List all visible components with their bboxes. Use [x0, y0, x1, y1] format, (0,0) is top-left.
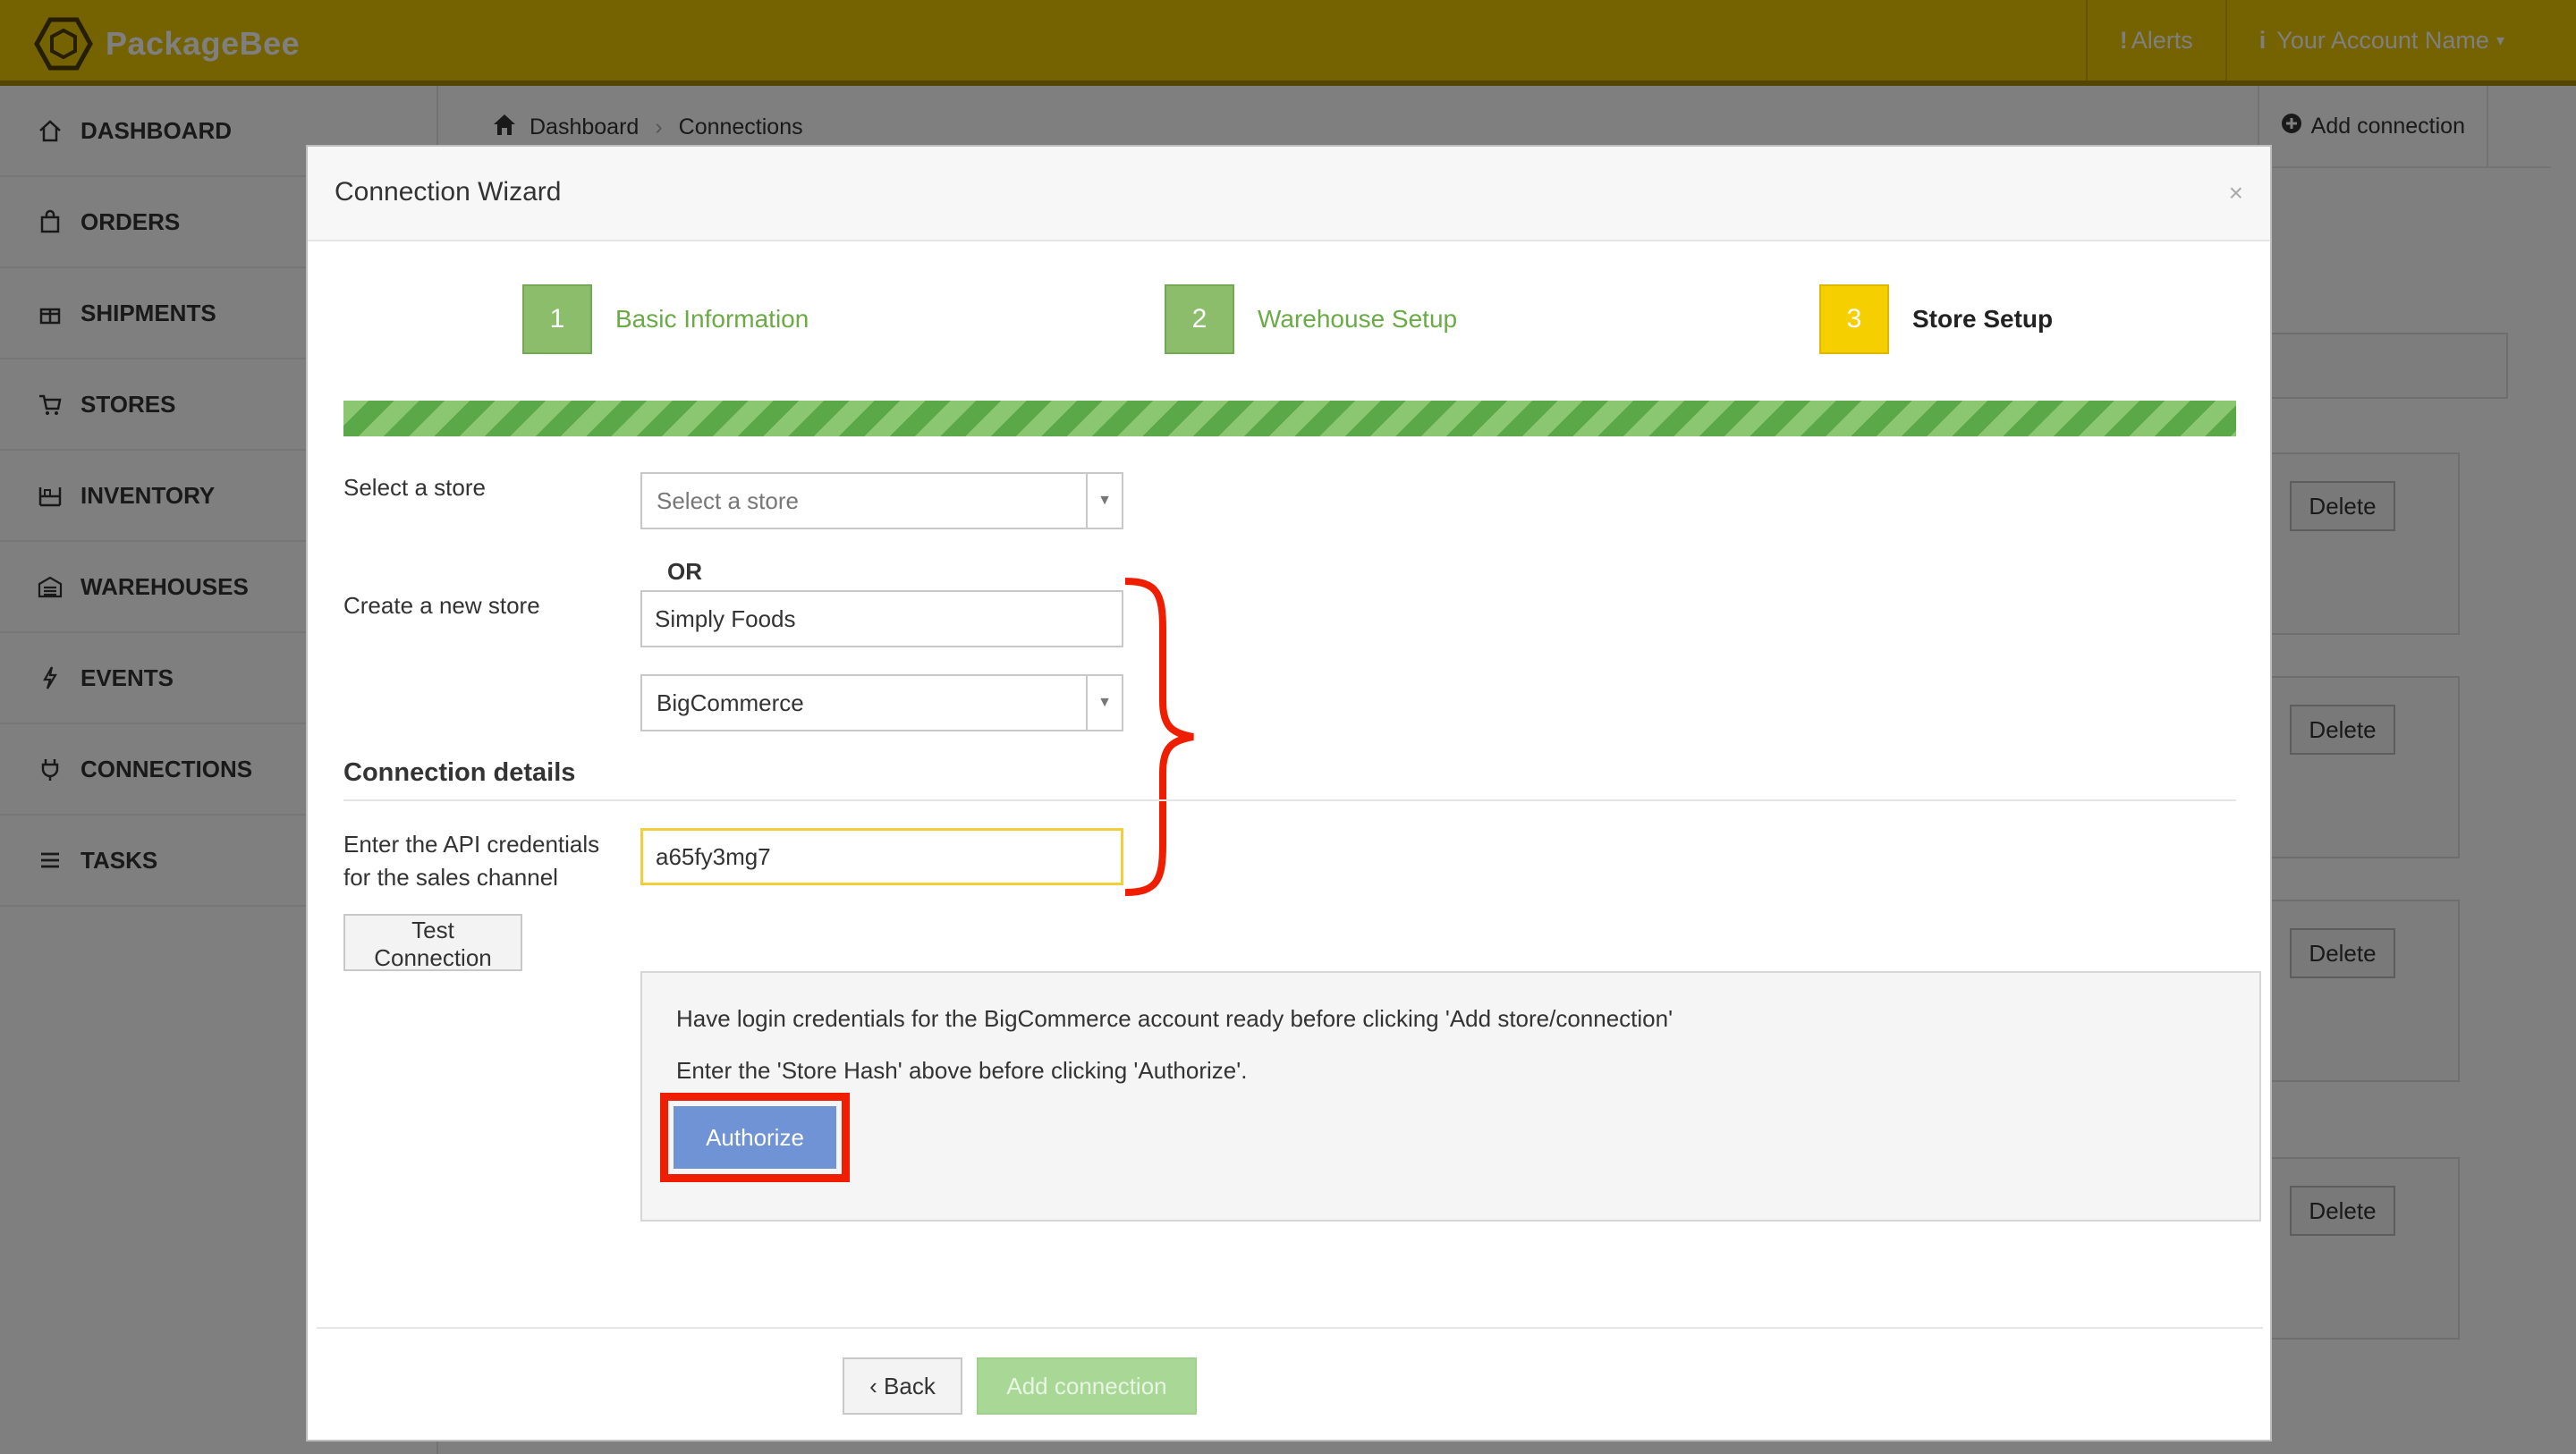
step-number: 1: [522, 284, 592, 354]
store-hash-input[interactable]: [640, 828, 1123, 885]
info-text-store-hash: Enter the 'Store Hash' above before clic…: [676, 1057, 1248, 1084]
test-connection-button[interactable]: Test Connection: [343, 914, 522, 971]
new-store-name-input[interactable]: [640, 590, 1123, 647]
info-text-credentials: Have login credentials for the BigCommer…: [676, 1005, 1674, 1032]
chevron-left-icon: ‹: [869, 1372, 885, 1399]
authorize-button[interactable]: Authorize: [674, 1106, 836, 1169]
caret-down-icon: ▼: [1086, 474, 1122, 528]
api-label-line1: Enter the API credentials: [343, 831, 600, 858]
wizard-step-warehouse-setup[interactable]: 2 Warehouse Setup: [1165, 284, 1457, 354]
step-label: Store Setup: [1912, 305, 2054, 333]
select-store-label: Select a store: [343, 474, 486, 501]
authorization-info-panel: Have login credentials for the BigCommer…: [640, 971, 2261, 1222]
highlight-annotation: Authorize: [660, 1093, 850, 1182]
or-separator: OR: [667, 558, 702, 585]
step-label: Warehouse Setup: [1258, 305, 1458, 333]
platform-dropdown[interactable]: BigCommerce ▼: [640, 674, 1123, 731]
select-store-placeholder: Select a store: [657, 486, 799, 514]
caret-down-icon: ▼: [1086, 676, 1122, 730]
create-store-label: Create a new store: [343, 592, 540, 619]
step-number: 2: [1165, 284, 1234, 354]
select-store-dropdown[interactable]: Select a store ▼: [640, 472, 1123, 529]
step-number: 3: [1819, 284, 1889, 354]
modal-header: Connection Wizard ×: [308, 147, 2270, 241]
wizard-progress-bar: [343, 401, 2236, 436]
add-connection-button[interactable]: Add connection: [977, 1357, 1197, 1415]
wizard-step-store-setup[interactable]: 3 Store Setup: [1819, 284, 2053, 354]
footer-divider: [317, 1327, 2263, 1329]
connection-details-title: Connection details: [343, 758, 576, 787]
back-button[interactable]: ‹ Back: [843, 1357, 962, 1415]
curly-brace-annotation: [1124, 578, 1194, 896]
wizard-step-basic-information[interactable]: 1 Basic Information: [522, 284, 809, 354]
api-label-line2: for the sales channel: [343, 864, 558, 891]
close-icon[interactable]: ×: [2229, 179, 2243, 207]
modal-title: Connection Wizard: [335, 177, 562, 207]
connection-wizard-modal: Connection Wizard × 1 Basic Information …: [306, 145, 2272, 1441]
divider: [343, 799, 2236, 801]
platform-selected-value: BigCommerce: [657, 689, 804, 716]
back-label: Back: [884, 1372, 936, 1399]
step-label: Basic Information: [615, 305, 809, 333]
api-credentials-label: Enter the API credentials for the sales …: [343, 828, 599, 894]
